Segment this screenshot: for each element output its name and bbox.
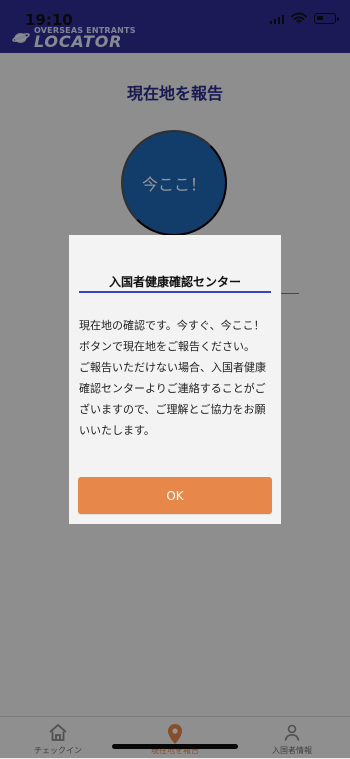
dialog-title: 入国者健康確認センター — [108, 275, 241, 289]
dialog-message: 現在地の確認です。今すぐ、今ここ！ボタンで現在地をご報告ください。 ご報告いただ… — [79, 315, 271, 441]
dialog-paragraph-1: 現在地の確認です。今すぐ、今ここ！ボタンで現在地をご報告ください。 — [79, 319, 265, 353]
dialog-title-underline — [79, 291, 271, 293]
dialog-paragraph-2: ご報告いただけない場合、入国者健康確認センターよりご連絡することがございますので… — [79, 361, 266, 437]
ok-button[interactable]: OK — [78, 477, 272, 514]
alert-dialog: 入国者健康確認センター 現在地の確認です。今すぐ、今ここ！ボタンで現在地をご報告… — [69, 235, 281, 524]
